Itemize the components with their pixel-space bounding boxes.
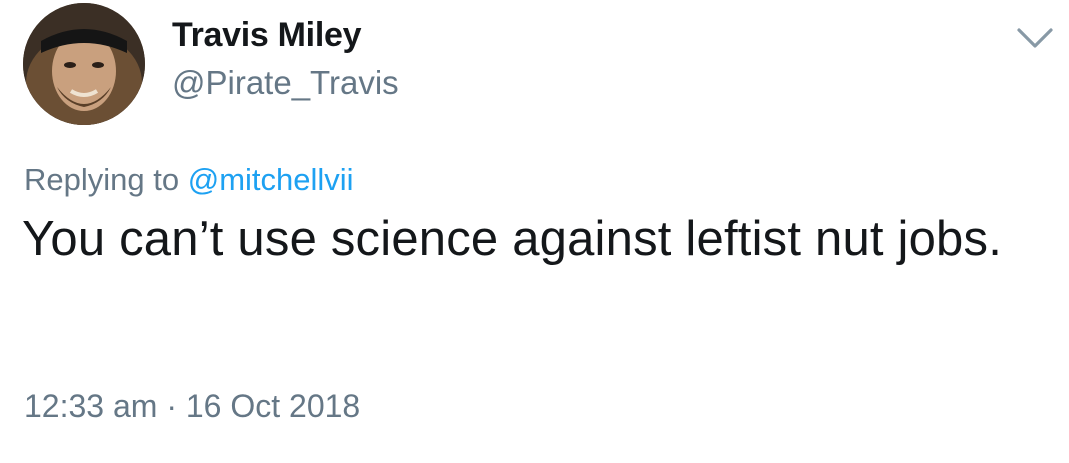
avatar-image [23, 3, 145, 125]
author-display-name[interactable]: Travis Miley [172, 16, 361, 55]
chevron-down-icon[interactable] [1013, 22, 1057, 54]
reply-mention-link[interactable]: @mitchellvii [188, 162, 354, 197]
tweet-text: You can’t use science against leftist nu… [22, 212, 1003, 266]
tweet-timestamp[interactable]: 12:33 am · 16 Oct 2018 [24, 388, 360, 425]
avatar[interactable] [23, 3, 145, 125]
reply-prefix: Replying to [24, 162, 180, 197]
author-handle[interactable]: @Pirate_Travis [172, 64, 399, 102]
tweet-card: Travis Miley @Pirate_Travis Replying to … [0, 0, 1069, 463]
reply-context: Replying to @mitchellvii [24, 162, 354, 198]
